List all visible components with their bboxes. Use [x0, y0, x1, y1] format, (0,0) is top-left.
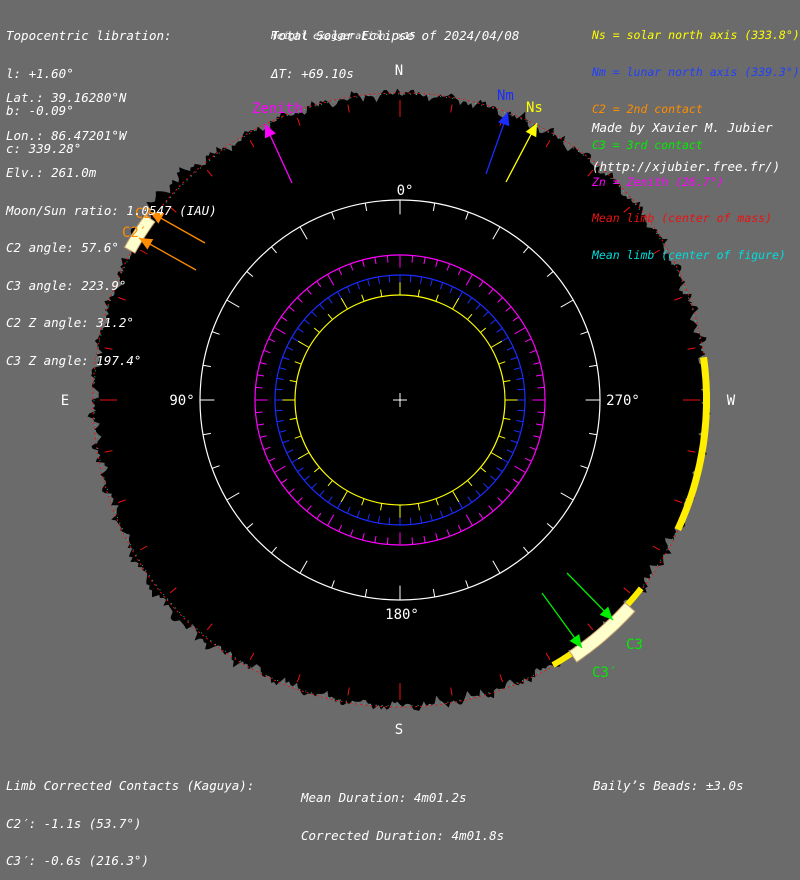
pa-ring-blue-tick — [388, 517, 391, 525]
credit-url: (http://xjubier.free.fr/) — [592, 159, 781, 174]
pa-ring-magenta-tick — [386, 537, 389, 545]
delta-t: ΔT: +69.10s — [271, 65, 354, 81]
c2-z-angle: C2 Z angle: 31.2° — [6, 315, 134, 330]
c2-angle: C2 angle: 57.6° — [6, 240, 119, 255]
mean-duration: Mean Duration: 4m01.2s — [301, 790, 467, 805]
pa-ring-magenta-tick — [255, 411, 263, 414]
durations-block: Mean Duration: 4m01.2s Corrected Duratio… — [301, 767, 504, 855]
pa-ring-blue-tick — [517, 409, 525, 412]
zenith-label: Zenith — [252, 101, 303, 117]
c3-label: C3 — [626, 637, 643, 653]
pa-ring-blue-tick — [275, 409, 283, 412]
credit-block: Made by Xavier M. Jubier (http://xjubier… — [592, 95, 780, 186]
cardinal-south: S — [395, 722, 403, 738]
observer-elv: Elv.: 261.0m — [6, 165, 97, 180]
c3-prime-correction: C3′: -0.6s (216.3°) — [6, 853, 149, 868]
angle-label-90: 90° — [169, 393, 194, 409]
c2-prime-correction: C2′: -1.1s (53.7°) — [6, 815, 142, 831]
limb-corrected-title: Limb Corrected Contacts (Kaguya): — [6, 778, 255, 793]
legend-item-figure-limb: Mean limb (center of figure) — [592, 247, 786, 262]
moon-sun-ratio: Moon/Sun ratio: 1.0547 (IAU) — [6, 202, 217, 218]
pa-ring-blue-tick — [275, 388, 283, 391]
pa-ring-magenta-tick — [411, 537, 414, 545]
angle-label-0: 0° — [397, 183, 414, 199]
c3-z-angle: C3 Z angle: 197.4° — [6, 352, 142, 368]
pa-ring-blue-tick — [409, 517, 412, 525]
legend-item-mass-limb: Mean limb (center of mass) — [592, 211, 773, 226]
pa-ring-magenta-tick — [411, 255, 414, 263]
pa-ring-blue-tick — [517, 388, 525, 391]
ns-label: Ns — [526, 100, 543, 116]
pa-ring-blue-tick — [388, 275, 391, 283]
legend-item-nm: Nm = lunar north axis (339.3°) — [592, 65, 800, 79]
limb-corrected-block: Limb Corrected Contacts (Kaguya): C2′: -… — [6, 755, 254, 880]
pa-ring-magenta-tick — [386, 255, 389, 263]
eclipse-title-block: Total Solar Eclipse of 2024/04/08 ΔT: +6… — [271, 5, 519, 93]
angle-label-180: 180° — [385, 607, 419, 623]
pa-ring-magenta-tick — [537, 386, 545, 389]
pa-ring-blue-tick — [409, 275, 412, 283]
height-exaggeration: Height exaggeration: x15 — [271, 31, 416, 42]
credit-author: Made by Xavier M. Jubier — [592, 120, 773, 135]
libration-title: Topocentric libration: — [6, 28, 172, 43]
corrected-duration: Corrected Duration: 4m01.8s — [301, 827, 505, 843]
c3-angle: C3 angle: 223.9° — [6, 277, 127, 293]
pa-ring-magenta-tick — [537, 411, 545, 414]
observer-block: Lat.: 39.16280°N Lon.: 86.47201°W Elv.: … — [6, 67, 217, 380]
observer-lon: Lon.: 86.47201°W — [6, 127, 127, 143]
pa-ring-magenta-tick — [255, 386, 263, 389]
cardinal-west: W — [727, 393, 736, 409]
legend-item-ns: Ns = solar north axis (333.8°) — [592, 28, 800, 43]
cardinal-east: E — [61, 393, 69, 409]
angle-label-270: 270° — [606, 393, 640, 409]
c3-prime-label: C3′ — [592, 665, 617, 681]
observer-lat: Lat.: 39.16280°N — [6, 90, 127, 105]
bailys-beads: Baily’s Beads: ±3.0s — [593, 778, 744, 793]
